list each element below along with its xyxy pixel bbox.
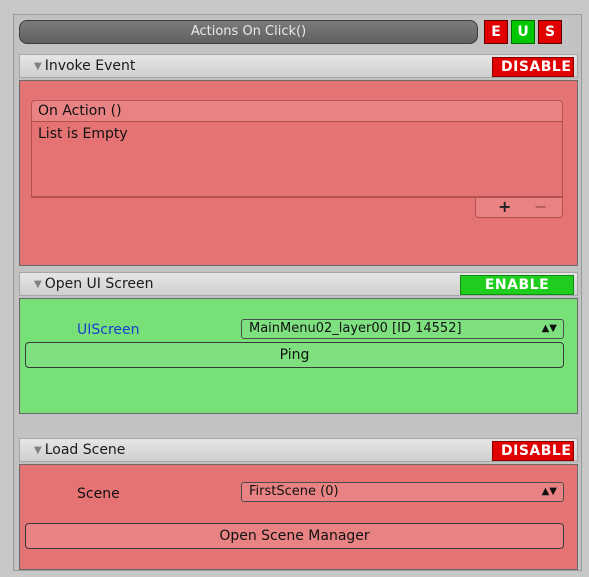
event-list: List is Empty (31, 122, 563, 198)
actions-header: Actions On Click() E U S (19, 20, 576, 46)
open-ui-screen-body: UIScreen MainMenu02_layer00 [ID 14552] ▲… (19, 298, 578, 414)
ping-button[interactable]: Ping (25, 342, 564, 368)
event-list-empty-text: List is Empty (38, 126, 128, 142)
s-button[interactable]: S (538, 20, 562, 44)
uiscreen-select-value: MainMenu02_layer00 [ID 14552] (249, 321, 462, 336)
add-icon[interactable]: + (498, 197, 511, 216)
invoke-event-section: ▼ Invoke Event DISABLE On Action () List … (19, 54, 578, 266)
invoke-event-title-wrap: ▼ Invoke Event (34, 58, 135, 74)
uiscreen-select[interactable]: MainMenu02_layer00 [ID 14552] ▲▼ (241, 319, 564, 339)
open-ui-title-wrap: ▼ Open UI Screen (34, 276, 154, 292)
invoke-event-title: Invoke Event (44, 58, 136, 74)
uiscreen-label: UIScreen (77, 322, 140, 338)
invoke-event-header[interactable]: ▼ Invoke Event DISABLE (19, 54, 578, 78)
load-scene-disable-button[interactable]: DISABLE (492, 441, 574, 461)
scene-select[interactable]: FirstScene (0) ▲▼ (241, 482, 564, 502)
collapse-triangle-icon[interactable]: ▼ (34, 445, 42, 456)
inspector-panel: Actions On Click() E U S ▼ Invoke Event D… (13, 14, 582, 571)
open-ui-enable-button[interactable]: ENABLE (460, 275, 574, 295)
invoke-disable-button[interactable]: DISABLE (492, 57, 574, 77)
remove-icon[interactable]: − (534, 197, 547, 216)
load-scene-section: ▼ Load Scene DISABLE Scene FirstScene (0)… (19, 438, 578, 570)
load-scene-header[interactable]: ▼ Load Scene DISABLE (19, 438, 578, 462)
collapse-triangle-icon[interactable]: ▼ (34, 279, 42, 290)
unity-event-box: On Action () List is Empty + − (31, 100, 563, 218)
open-ui-screen-section: ▼ Open UI Screen ENABLE UIScreen MainMenu… (19, 272, 578, 418)
invoke-event-body: On Action () List is Empty + − (19, 80, 578, 266)
load-scene-title: Load Scene (44, 442, 126, 458)
event-name: On Action () (31, 100, 563, 122)
open-ui-screen-title: Open UI Screen (44, 276, 154, 292)
load-scene-body: Scene FirstScene (0) ▲▼ Open Scene Manag… (19, 464, 578, 570)
u-button[interactable]: U (511, 20, 535, 44)
open-ui-screen-header[interactable]: ▼ Open UI Screen ENABLE (19, 272, 578, 296)
scene-select-value: FirstScene (0) (249, 484, 339, 499)
e-button[interactable]: E (484, 20, 508, 44)
collapse-triangle-icon[interactable]: ▼ (34, 61, 42, 72)
actions-title: Actions On Click() (19, 20, 478, 44)
load-scene-title-wrap: ▼ Load Scene (34, 442, 125, 458)
open-scene-manager-button[interactable]: Open Scene Manager (25, 523, 564, 549)
dropdown-arrows-icon: ▲▼ (541, 486, 557, 497)
event-list-footer: + − (475, 197, 563, 218)
scene-label: Scene (77, 486, 120, 502)
dropdown-arrows-icon: ▲▼ (541, 323, 557, 334)
